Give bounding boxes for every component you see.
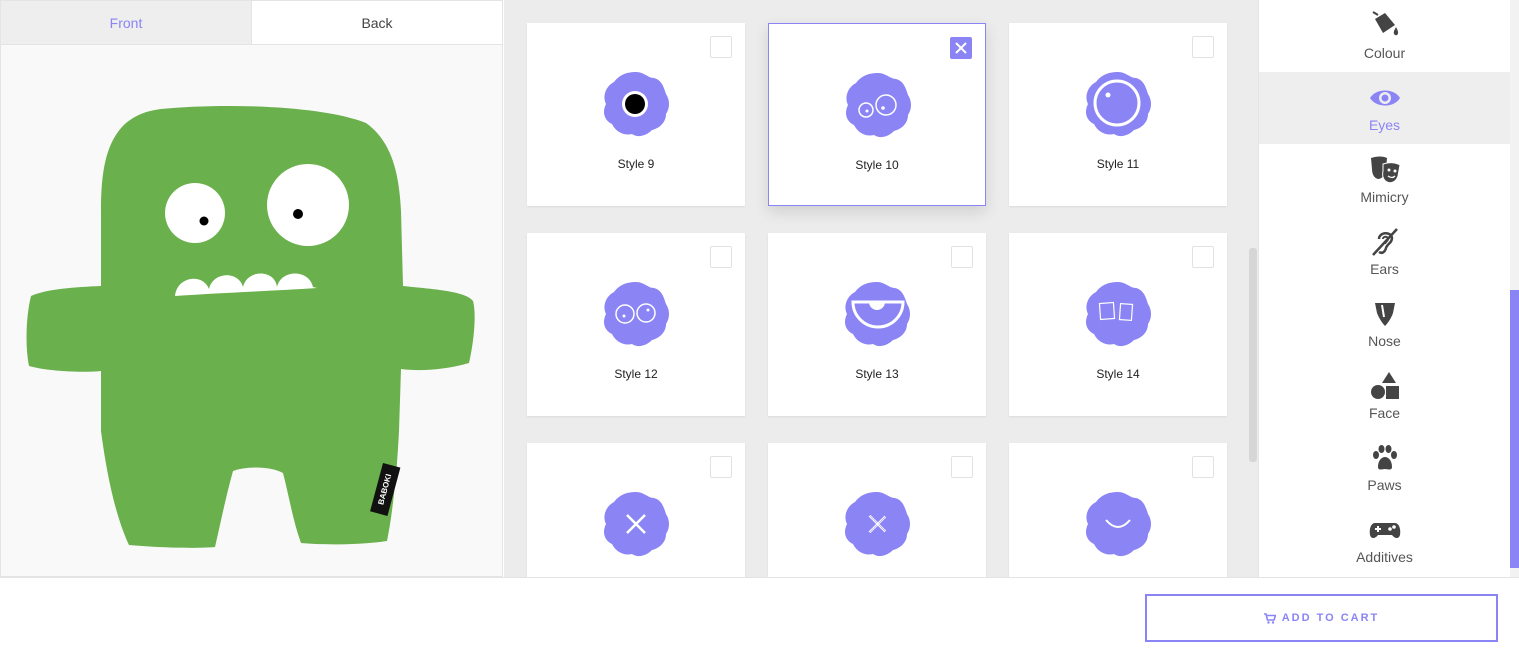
sidebar-item-label: Additives: [1356, 549, 1413, 565]
view-tabs: Front Back: [1, 1, 502, 45]
footer-bar: ADD TO CART: [0, 577, 1519, 658]
monster-body: [26, 105, 475, 548]
style-card-17[interactable]: [1009, 443, 1227, 577]
style-label: Style 14: [1096, 367, 1140, 381]
cart-icon: [1263, 612, 1276, 624]
monster-preview: BABOKI: [26, 105, 475, 548]
sidebar-item-label: Mimicry: [1360, 189, 1409, 205]
pupil-eye-icon: [604, 72, 669, 137]
style-checkbox[interactable]: [1192, 456, 1214, 478]
right-eye: [267, 164, 349, 246]
paint-bucket-icon: [1371, 11, 1398, 36]
style-checkbox[interactable]: [710, 246, 732, 268]
sidebar-item-label: Ears: [1370, 261, 1399, 277]
style-card-14[interactable]: Style 14: [1009, 233, 1227, 416]
style-grid: Style 9 Style 10 Style 11 Style 12 Style…: [527, 23, 1227, 577]
style-label: Style 12: [614, 367, 658, 381]
sidebar-item-label: Eyes: [1368, 117, 1401, 133]
shapes-icon: [1370, 372, 1399, 399]
style-label: Style 11: [1096, 157, 1140, 171]
sidebar-item-colour[interactable]: Colour: [1259, 0, 1510, 72]
style-grid-area: Style 9 Style 10 Style 11 Style 12 Style…: [504, 0, 1258, 577]
half-moon-eye-icon: [845, 282, 910, 347]
style-checkbox[interactable]: [1192, 246, 1214, 268]
sidebar-scroll-thumb[interactable]: [1510, 290, 1519, 568]
style-card-11[interactable]: Style 11: [1009, 23, 1227, 206]
style-checkbox[interactable]: [951, 456, 973, 478]
right-pupil: [293, 209, 303, 219]
add-to-cart-label: ADD TO CART: [1281, 612, 1380, 624]
sidebar-item-label: Paws: [1367, 477, 1402, 493]
add-to-cart-button[interactable]: ADD TO CART: [1145, 594, 1498, 642]
left-pupil: [199, 216, 209, 226]
style-card-9[interactable]: Style 9: [527, 23, 745, 206]
theater-masks-icon: [1370, 156, 1401, 184]
style-checkbox[interactable]: [1192, 36, 1214, 58]
configurator-app: Front Back BABOKI Style 9 Style 10 Style…: [0, 0, 1519, 658]
big-ring-eye-icon: [1086, 72, 1151, 137]
style-card-12[interactable]: Style 12: [527, 233, 745, 416]
nose-icon: [1374, 303, 1395, 326]
style-card-15[interactable]: [527, 443, 745, 577]
sidebar-item-label: Face: [1368, 405, 1401, 421]
eye-icon: [1369, 90, 1400, 106]
style-card-16[interactable]: [768, 443, 986, 577]
sidebar-item-label: Nose: [1368, 333, 1401, 349]
tab-front[interactable]: Front: [1, 1, 252, 44]
style-checkbox[interactable]: [710, 36, 732, 58]
sidebar-item-paws[interactable]: Paws: [1259, 432, 1510, 504]
style-card-13[interactable]: Style 13: [768, 233, 986, 416]
two-small-eyes-icon: [846, 73, 911, 138]
style-label: Style 9: [617, 157, 655, 171]
left-eye: [165, 183, 225, 243]
paw-icon: [1372, 445, 1397, 470]
smile-eye-icon: [1086, 492, 1151, 557]
category-sidebar: Colour Eyes Mimicry Ears Nose Face Paws …: [1258, 0, 1510, 577]
sidebar-item-eyes[interactable]: Eyes: [1259, 72, 1510, 144]
close-icon: [955, 42, 967, 54]
sidebar-item-label: Colour: [1363, 45, 1406, 61]
goggle-eyes-icon: [604, 282, 669, 347]
preview-panel: Front Back BABOKI: [0, 0, 503, 577]
ear-icon: [1371, 228, 1398, 256]
sidebar-item-nose[interactable]: Nose: [1259, 288, 1510, 360]
style-label: Style 13: [855, 367, 899, 381]
style-card-10[interactable]: Style 10: [768, 23, 986, 206]
sidebar-item-additives[interactable]: Additives: [1259, 504, 1510, 576]
sidebar-item-mimicry[interactable]: Mimicry: [1259, 144, 1510, 216]
sidebar-item-ears[interactable]: Ears: [1259, 216, 1510, 288]
sidebar-item-face[interactable]: Face: [1259, 360, 1510, 432]
thin-x-eye-icon: [845, 492, 910, 557]
style-checkbox[interactable]: [710, 456, 732, 478]
square-eyes-icon: [1086, 282, 1151, 347]
style-label: Style 10: [855, 158, 899, 172]
x-eye-icon: [604, 492, 669, 557]
tab-back[interactable]: Back: [252, 1, 502, 44]
style-checkbox[interactable]: [951, 246, 973, 268]
style-checkbox-checked[interactable]: [950, 37, 972, 59]
gamepad-icon: [1369, 523, 1400, 538]
grid-scrollbar[interactable]: [1249, 248, 1257, 462]
